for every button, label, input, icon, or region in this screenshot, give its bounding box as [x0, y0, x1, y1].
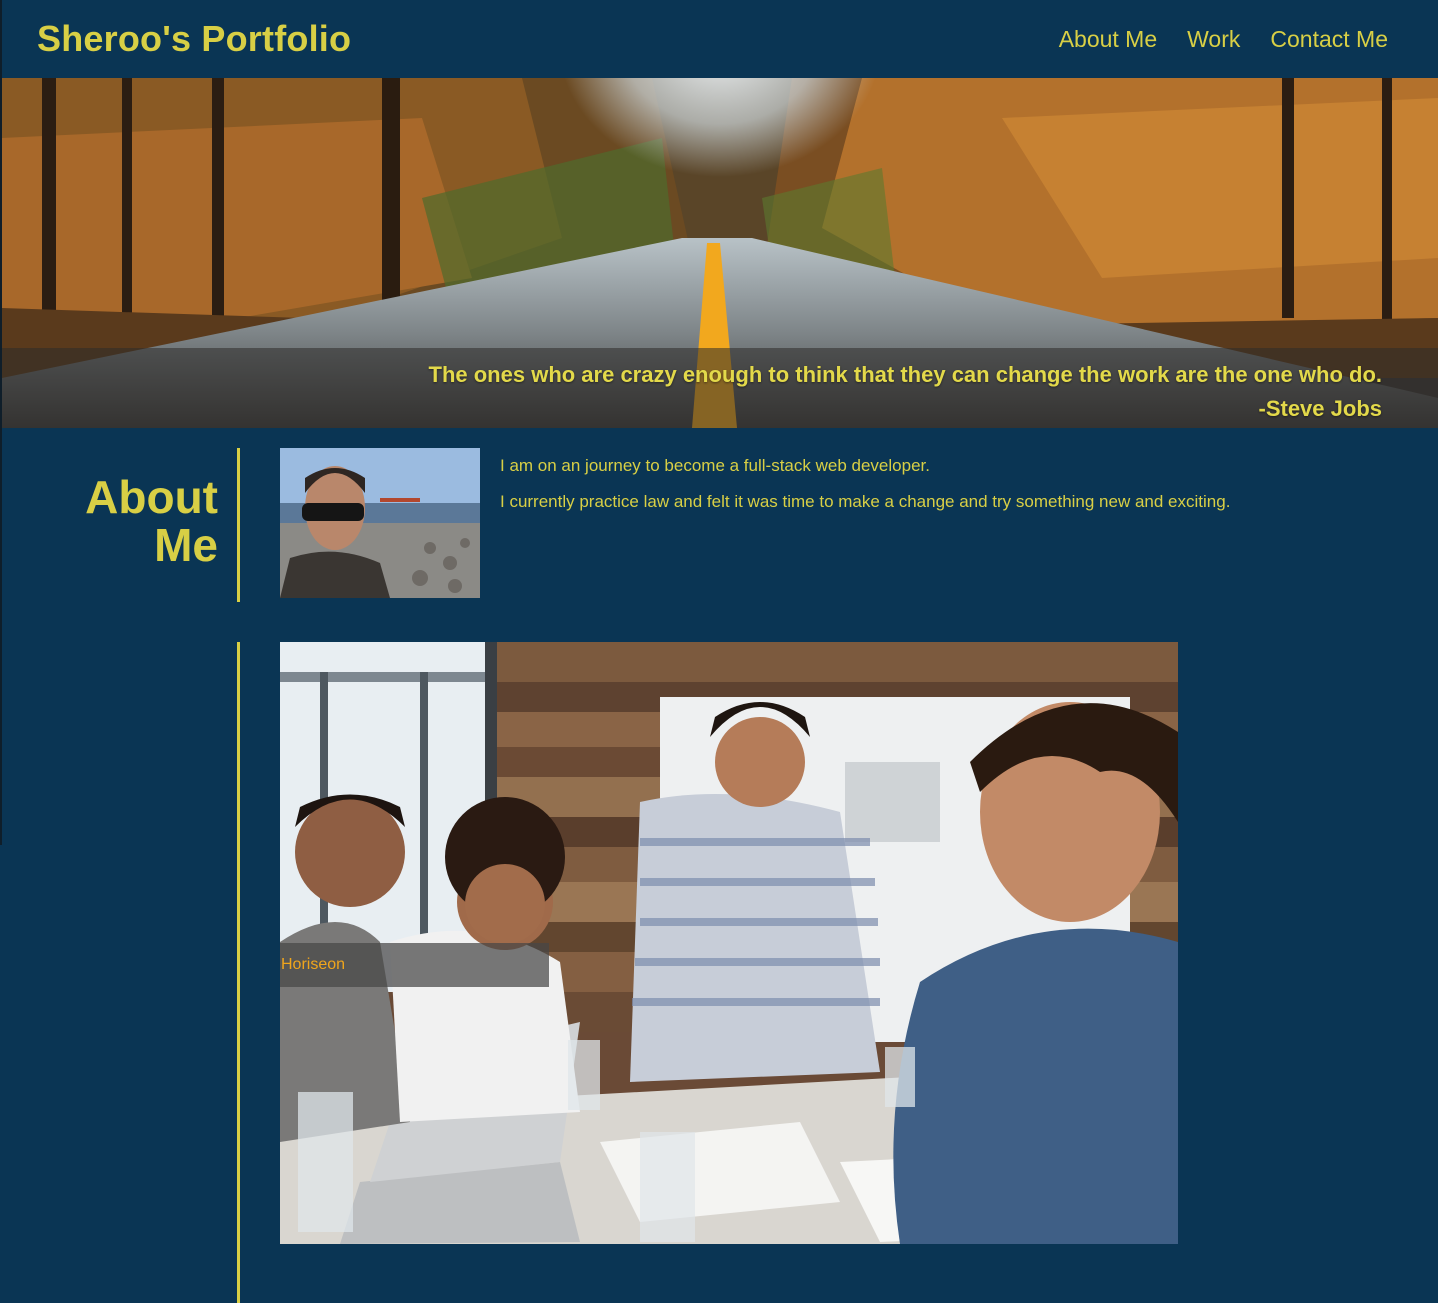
site-brand[interactable]: Sheroo's Portfolio	[37, 18, 351, 60]
about-heading-line2: Me	[154, 519, 218, 571]
about-heading-line1: About	[85, 471, 218, 523]
profile-photo	[280, 448, 480, 598]
work-card-label: Horiseon	[280, 943, 549, 987]
nav-link-contact-me[interactable]: Contact Me	[1270, 26, 1388, 53]
about-paragraph-2: I currently practice law and felt it was…	[500, 492, 1231, 511]
work-divider	[237, 642, 240, 1303]
about-divider	[237, 448, 240, 602]
main-nav: About Me Work Contact Me	[1059, 26, 1388, 53]
about-me-text: I am on an journey to become a full-stac…	[500, 455, 1380, 527]
about-me-heading: About Me	[40, 473, 218, 569]
nav-link-about-me[interactable]: About Me	[1059, 26, 1157, 53]
work-card-horiseon[interactable]: Horiseon	[280, 642, 1178, 1244]
hero-banner: The ones who are crazy enough to think t…	[2, 78, 1438, 428]
site-header: Sheroo's Portfolio About Me Work Contact…	[2, 0, 1438, 78]
hero-quote: The ones who are crazy enough to think t…	[429, 358, 1382, 426]
hero-quote-text: The ones who are crazy enough to think t…	[428, 362, 1382, 387]
about-paragraph-1: I am on an journey to become a full-stac…	[500, 456, 930, 475]
hero-quote-author: -Steve Jobs	[1258, 396, 1383, 421]
nav-link-work[interactable]: Work	[1187, 26, 1240, 53]
